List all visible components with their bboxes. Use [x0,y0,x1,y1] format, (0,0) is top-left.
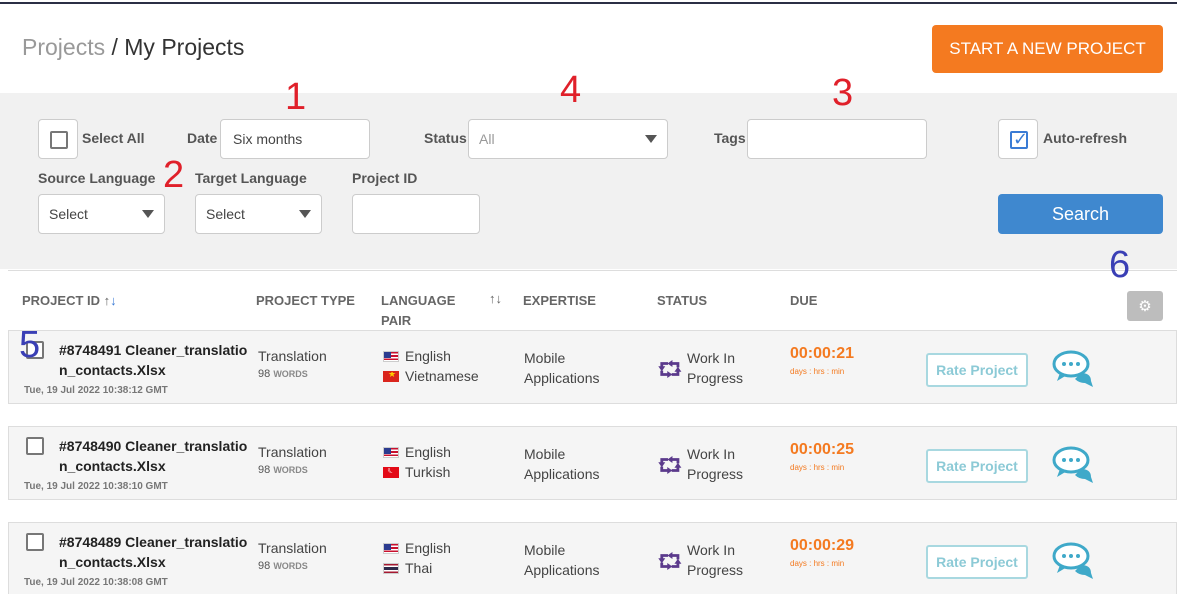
annotation-3: 3 [832,72,854,114]
project-title[interactable]: #8748490 Cleaner_translation_contacts.Xl… [59,436,249,476]
gear-icon: ⚙ [1138,298,1152,315]
column-status: STATUS [657,293,708,308]
project-date: Tue, 19 Jul 2022 10:38:12 GMT [24,385,168,396]
project-title[interactable]: #8748491 Cleaner_translation_contacts.Xl… [59,340,249,380]
project-type: Translation [258,348,327,364]
date-field[interactable]: Six months [220,119,370,159]
annotation-1: 1 [285,76,307,118]
chat-bubbles-icon[interactable] [1051,541,1095,581]
due-label: days : hrs : min [790,367,845,376]
due-time: 00:00:21 [790,345,855,362]
project-id-input[interactable] [352,194,480,234]
target-language: Thai [383,560,432,576]
table-header: PROJECT ID ↑↓ PROJECT TYPE LANGUAGE PAIR… [8,270,1177,330]
breadcrumb-separator: / [111,34,118,60]
rate-project-button[interactable]: Rate Project [926,545,1028,579]
source-language: English [383,540,451,556]
date-value: Six months [233,131,303,147]
word-count: 98 WORDS [258,464,308,476]
rate-project-button[interactable]: Rate Project [926,449,1028,483]
rate-project-button[interactable]: Rate Project [926,353,1028,387]
sort-arrows-icon[interactable]: ↑↓ [104,293,117,308]
expertise: Mobile Applications [524,350,600,386]
due-label: days : hrs : min [790,463,845,472]
vietnam-flag-icon [383,370,399,382]
target-language-value: Select [206,206,245,222]
column-settings-button[interactable]: ⚙ [1127,291,1163,321]
start-new-project-button[interactable]: START A NEW PROJECT [932,25,1163,73]
project-type: Translation [258,540,327,556]
auto-refresh-label: Auto-refresh [1043,130,1128,146]
source-language: English [383,444,451,460]
top-rule [0,2,1177,4]
turkey-flag-icon [383,466,399,478]
target-language-select[interactable]: Select [195,194,322,234]
annotation-6: 6 [1109,244,1131,286]
word-count: 98 WORDS [258,368,308,380]
column-due: DUE [790,293,818,308]
column-expertise: EXPERTISE [523,293,596,308]
date-label: Date [187,130,218,146]
chat-bubbles-icon[interactable] [1051,445,1095,485]
sort-arrows-icon[interactable]: ↑↓ [489,291,502,306]
project-date: Tue, 19 Jul 2022 10:38:08 GMT [24,577,168,588]
us-flag-icon [383,446,399,458]
page-title: My Projects [124,34,245,60]
status-text: Work In Progress [687,446,744,482]
project-type: Translation [258,444,327,460]
project-id-label: Project ID [352,170,418,186]
thailand-flag-icon [383,562,399,574]
source-language: English [383,348,451,364]
target-language: Vietnamese [383,368,479,384]
status-text: Work In Progress [687,350,744,386]
table-row: #8748489 Cleaner_translation_contacts.Xl… [8,522,1177,594]
word-count: 98 WORDS [258,560,308,572]
us-flag-icon [383,350,399,362]
annotation-5: 5 [19,324,41,366]
search-button[interactable]: Search [998,194,1163,234]
table-row: #8748490 Cleaner_translation_contacts.Xl… [8,426,1177,500]
chat-bubbles-icon[interactable] [1051,349,1095,389]
due-label: days : hrs : min [790,559,845,568]
work-in-progress-icon: ⮔ [658,359,682,381]
work-in-progress-icon: ⮔ [658,455,682,477]
due-time: 00:00:25 [790,441,855,458]
target-language: Turkish [383,464,450,480]
select-all-label: Select All [82,130,145,146]
status-text: Work In Progress [687,542,744,578]
due-time: 00:00:29 [790,537,855,554]
breadcrumb: Projects / My Projects [22,34,244,61]
tags-label: Tags [714,130,746,146]
select-all-checkbox[interactable] [38,119,78,159]
checkbox-checked-icon: ✓ [1010,129,1028,149]
status-label: Status [424,130,467,146]
row-checkbox[interactable] [26,437,44,455]
tags-input[interactable] [747,119,927,159]
table-row: #8748491 Cleaner_translation_contacts.Xl… [8,330,1177,404]
target-language-label: Target Language [195,170,307,186]
breadcrumb-projects-link[interactable]: Projects [22,34,105,60]
source-language-select[interactable]: Select [38,194,165,234]
chevron-down-icon [299,210,311,218]
work-in-progress-icon: ⮔ [658,551,682,573]
checkbox-icon [50,131,68,149]
row-checkbox[interactable] [26,533,44,551]
chevron-down-icon [142,210,154,218]
chevron-down-icon [645,135,657,143]
source-language-label: Source Language [38,170,156,186]
project-date: Tue, 19 Jul 2022 10:38:10 GMT [24,481,168,492]
annotation-4: 4 [560,69,582,111]
column-language-pair: LANGUAGE PAIR [381,293,456,328]
annotation-2: 2 [163,154,185,196]
expertise: Mobile Applications [524,542,600,578]
status-value: All [479,131,495,147]
source-language-value: Select [49,206,88,222]
us-flag-icon [383,542,399,554]
column-project-type: PROJECT TYPE [256,293,355,308]
auto-refresh-checkbox[interactable]: ✓ [998,119,1038,159]
column-project-id[interactable]: PROJECT ID ↑↓ [22,293,117,308]
project-title[interactable]: #8748489 Cleaner_translation_contacts.Xl… [59,532,249,572]
expertise: Mobile Applications [524,446,600,482]
status-select[interactable]: All [468,119,668,159]
